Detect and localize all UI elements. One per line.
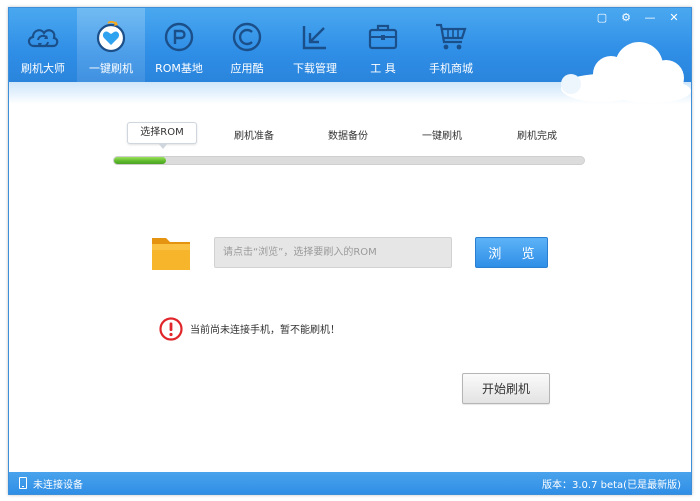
nav-item-phone-store[interactable]: 手机商城 [417, 8, 485, 82]
step-flash-prepare: 刷机准备 [234, 131, 274, 142]
version-text: 版本：3.0.7 beta(已是最新版) [542, 479, 681, 491]
progress-bar [113, 156, 585, 165]
window-controls: ▢ ⚙ — ✕ [591, 10, 685, 24]
main-nav: 刷机大师 一键刷机 ROM基地 应用酷 下载管理 工 具 手机商城 [9, 8, 485, 82]
nav-item-flash-master[interactable]: 刷机大师 [9, 8, 77, 82]
shopping-cart-icon [432, 18, 470, 56]
nav-label: 刷机大师 [21, 62, 65, 75]
minimize-button[interactable]: — [639, 10, 661, 24]
step-data-backup: 数据备份 [328, 131, 368, 142]
nav-label: 手机商城 [429, 62, 473, 75]
app-window: 刷机大师 一键刷机 ROM基地 应用酷 下载管理 工 具 手机商城 ▢ ⚙ — … [8, 7, 692, 495]
start-flash-button[interactable]: 开始刷机 [462, 373, 550, 404]
warning-message: 当前尚未连接手机，暂不能刷机！ [190, 325, 340, 336]
warning-icon [159, 317, 183, 341]
r-circle-icon [160, 18, 198, 56]
step-one-click-flash: 一键刷机 [422, 131, 462, 142]
c-circle-icon [228, 18, 266, 56]
browse-button[interactable]: 浏 览 [475, 237, 548, 268]
restore-button[interactable]: ▢ [591, 10, 613, 24]
folder-icon [152, 238, 190, 270]
nav-label: 下载管理 [293, 62, 337, 75]
nav-label: 一键刷机 [89, 62, 133, 75]
download-arrow-icon [296, 18, 334, 56]
rom-path-input[interactable] [214, 237, 452, 268]
progress-fill [114, 157, 166, 164]
cloud-refresh-icon [24, 18, 62, 56]
nav-item-one-click-flash[interactable]: 一键刷机 [77, 8, 145, 82]
close-button[interactable]: ✕ [663, 10, 685, 24]
nav-item-download-manager[interactable]: 下载管理 [281, 8, 349, 82]
nav-label: 工 具 [370, 62, 396, 75]
nav-label: 应用酷 [230, 62, 264, 75]
clouds-decoration-icon [561, 42, 691, 103]
connection-status: 未连接设备 [19, 476, 83, 491]
step-flash-complete: 刷机完成 [517, 131, 557, 142]
settings-button[interactable]: ⚙ [615, 10, 637, 24]
status-bar: 未连接设备 版本：3.0.7 beta(已是最新版) [9, 472, 691, 494]
nav-item-app-cool[interactable]: 应用酷 [213, 8, 281, 82]
step-select-rom: 选择ROM [127, 122, 197, 149]
nav-item-rom-base[interactable]: ROM基地 [145, 8, 213, 82]
nav-label: ROM基地 [155, 62, 203, 75]
nav-item-tools[interactable]: 工 具 [349, 8, 417, 82]
toolbox-icon [364, 18, 402, 56]
heart-badge-icon [92, 18, 130, 56]
phone-icon [19, 477, 27, 489]
connection-status-text: 未连接设备 [33, 479, 83, 491]
